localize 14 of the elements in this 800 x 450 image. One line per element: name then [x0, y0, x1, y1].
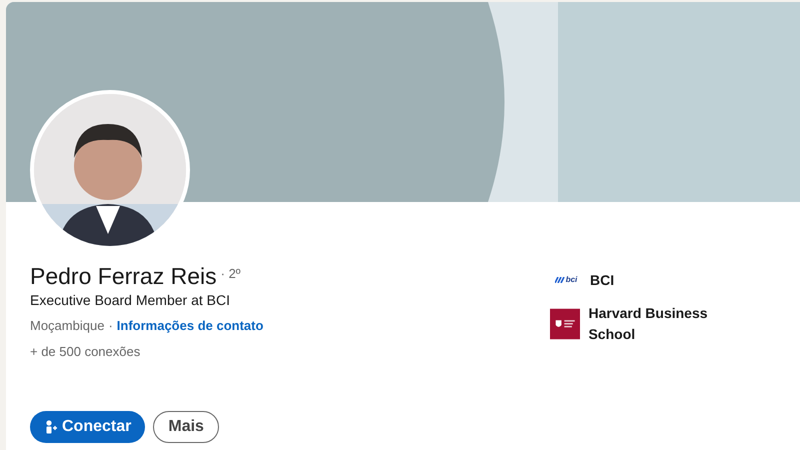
separator: · [108, 317, 113, 335]
location: Moçambique [30, 317, 104, 335]
add-person-icon [44, 420, 58, 434]
company-logo: bci [554, 275, 578, 285]
headline: Executive Board Member at BCI [30, 291, 231, 310]
more-button[interactable]: Mais [153, 411, 219, 443]
contact-info-link[interactable]: Informações de contato [116, 316, 264, 336]
connections-count: + de 500 conexões [30, 342, 142, 360]
connection-degree: · 2º [220, 265, 241, 283]
school-logo [550, 308, 580, 340]
experience-link[interactable]: BCI [590, 270, 614, 290]
connect-button[interactable]: Conectar [30, 411, 146, 443]
profile-name: Pedro Ferraz Reis [30, 262, 217, 290]
experience-link[interactable]: Harvard Business School [588, 303, 750, 345]
